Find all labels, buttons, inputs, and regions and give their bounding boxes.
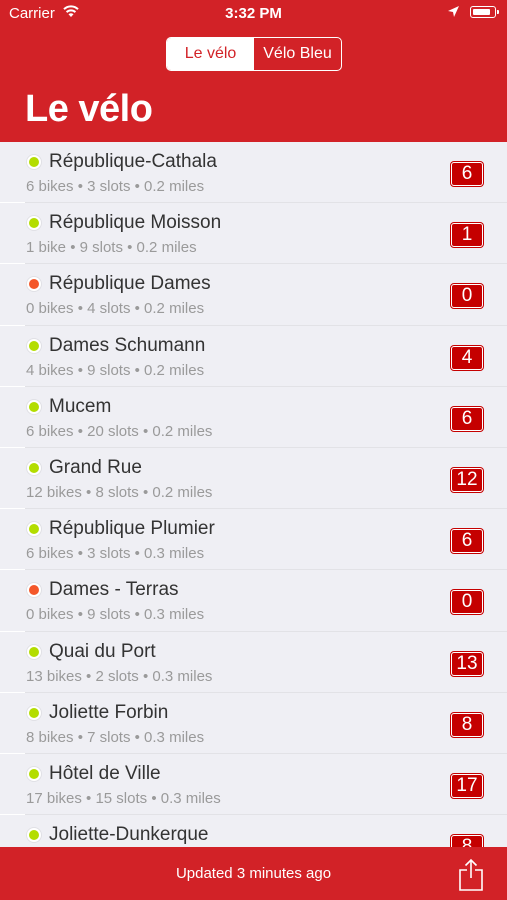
location-arrow-icon [447, 5, 460, 22]
station-name: République Dames [49, 273, 211, 295]
station-name: Quai du Port [49, 640, 156, 662]
station-source-segmented-control[interactable]: Le vélo Vélo Bleu [166, 37, 342, 71]
station-list[interactable]: République-Cathala 6 bikes • 3 slots • 0.… [0, 142, 507, 847]
station-row[interactable]: Dames Schumann 4 bikes • 9 slots • 0.2 mi… [0, 326, 507, 387]
station-row[interactable]: Dames - Terras 0 bikes • 9 slots • 0.3 mi… [0, 570, 507, 632]
updated-label: Updated 3 minutes ago [175, 865, 332, 882]
station-name: République Plumier [49, 518, 215, 540]
status-empty-icon [27, 277, 41, 292]
station-detail: 1 bike • 9 slots • 0.2 miles [26, 239, 197, 257]
station-row[interactable]: Quai du Port 13 bikes • 2 slots • 0.3 mil… [0, 632, 507, 693]
bike-count-badge: 6 [451, 529, 483, 554]
status-empty-icon [27, 583, 41, 598]
bike-count-badge: 1 [451, 223, 483, 248]
footer-toolbar: Updated 3 minutes ago [0, 847, 507, 900]
status-available-icon [27, 338, 41, 353]
station-name: Hôtel de Ville [49, 762, 161, 784]
status-available-icon [27, 766, 41, 781]
station-name: Dames - Terras [49, 579, 179, 601]
share-icon[interactable] [458, 857, 484, 891]
station-name: République-Cathala [49, 151, 217, 172]
station-row[interactable]: Mucem 6 bikes • 20 slots • 0.2 miles 6 [0, 387, 507, 449]
station-row[interactable]: République Dames 0 bikes • 4 slots • 0.2 … [0, 264, 507, 326]
status-available-icon [27, 216, 41, 231]
bike-count-badge: 12 [451, 467, 483, 492]
station-name: Joliette Forbin [49, 701, 169, 723]
bike-count-badge: 6 [451, 162, 483, 186]
station-row[interactable]: République-Cathala 6 bikes • 3 slots • 0.… [0, 142, 507, 204]
station-detail: 12 bikes • 8 slots • 0.2 miles [26, 483, 213, 501]
bike-count-badge: 4 [451, 345, 483, 370]
station-detail: 6 bikes • 3 slots • 0.3 miles [26, 545, 205, 563]
header: Carrier 3:32 PM Le vélo Vélo Bleu Le vél… [0, 0, 507, 142]
bike-count-badge: 6 [451, 406, 483, 431]
station-detail: 8 bikes • 7 slots • 0.3 miles [26, 728, 205, 746]
station-row[interactable]: Joliette Forbin 8 bikes • 7 slots • 0.3 m… [0, 693, 507, 755]
status-available-icon [27, 399, 41, 414]
status-bar: Carrier 3:32 PM [0, 0, 507, 28]
page-title: Le vélo [25, 88, 153, 130]
segment-velo-bleu[interactable]: Vélo Bleu [254, 38, 341, 70]
status-available-icon [27, 828, 41, 843]
station-name: Grand Rue [49, 456, 142, 478]
bike-count-badge: 8 [451, 835, 483, 847]
station-detail: 0 bikes • 4 slots • 0.2 miles [26, 300, 205, 318]
bike-count-badge: 8 [451, 712, 483, 737]
station-name: Joliette-Dunkerque [49, 824, 209, 846]
station-detail: 6 bikes • 3 slots • 0.2 miles [26, 178, 205, 195]
station-detail: 17 bikes • 15 slots • 0.3 miles [26, 789, 221, 807]
bike-count-badge: 17 [451, 773, 483, 798]
station-row[interactable]: Hôtel de Ville 17 bikes • 15 slots • 0.3 … [0, 754, 507, 816]
station-detail: 4 bikes • 9 slots • 0.2 miles [26, 361, 205, 379]
station-name: République Moisson [49, 212, 222, 234]
status-available-icon [27, 644, 41, 659]
status-available-icon [27, 522, 41, 537]
station-row[interactable]: République Plumier 6 bikes • 3 slots • 0.… [0, 509, 507, 571]
station-row[interactable]: Joliette-Dunkerque 8 [0, 815, 507, 847]
battery-icon [470, 6, 499, 18]
bike-count-badge: 0 [451, 284, 483, 309]
bike-count-badge: 0 [451, 590, 483, 615]
station-name: Dames Schumann [49, 334, 206, 356]
station-row[interactable]: Grand Rue 12 bikes • 8 slots • 0.2 miles 1… [0, 448, 507, 510]
bike-count-badge: 13 [451, 651, 483, 676]
status-available-icon [27, 155, 41, 169]
status-available-icon [27, 460, 41, 475]
station-detail: 6 bikes • 20 slots • 0.2 miles [26, 422, 213, 440]
segment-le-velo[interactable]: Le vélo [167, 38, 254, 70]
station-detail: 13 bikes • 2 slots • 0.3 miles [26, 667, 213, 685]
station-row[interactable]: République Moisson 1 bike • 9 slots • 0.2… [0, 203, 507, 265]
station-name: Mucem [49, 395, 112, 417]
status-time: 3:32 PM [225, 5, 282, 22]
status-available-icon [27, 705, 41, 720]
station-detail: 0 bikes • 9 slots • 0.3 miles [26, 606, 205, 624]
